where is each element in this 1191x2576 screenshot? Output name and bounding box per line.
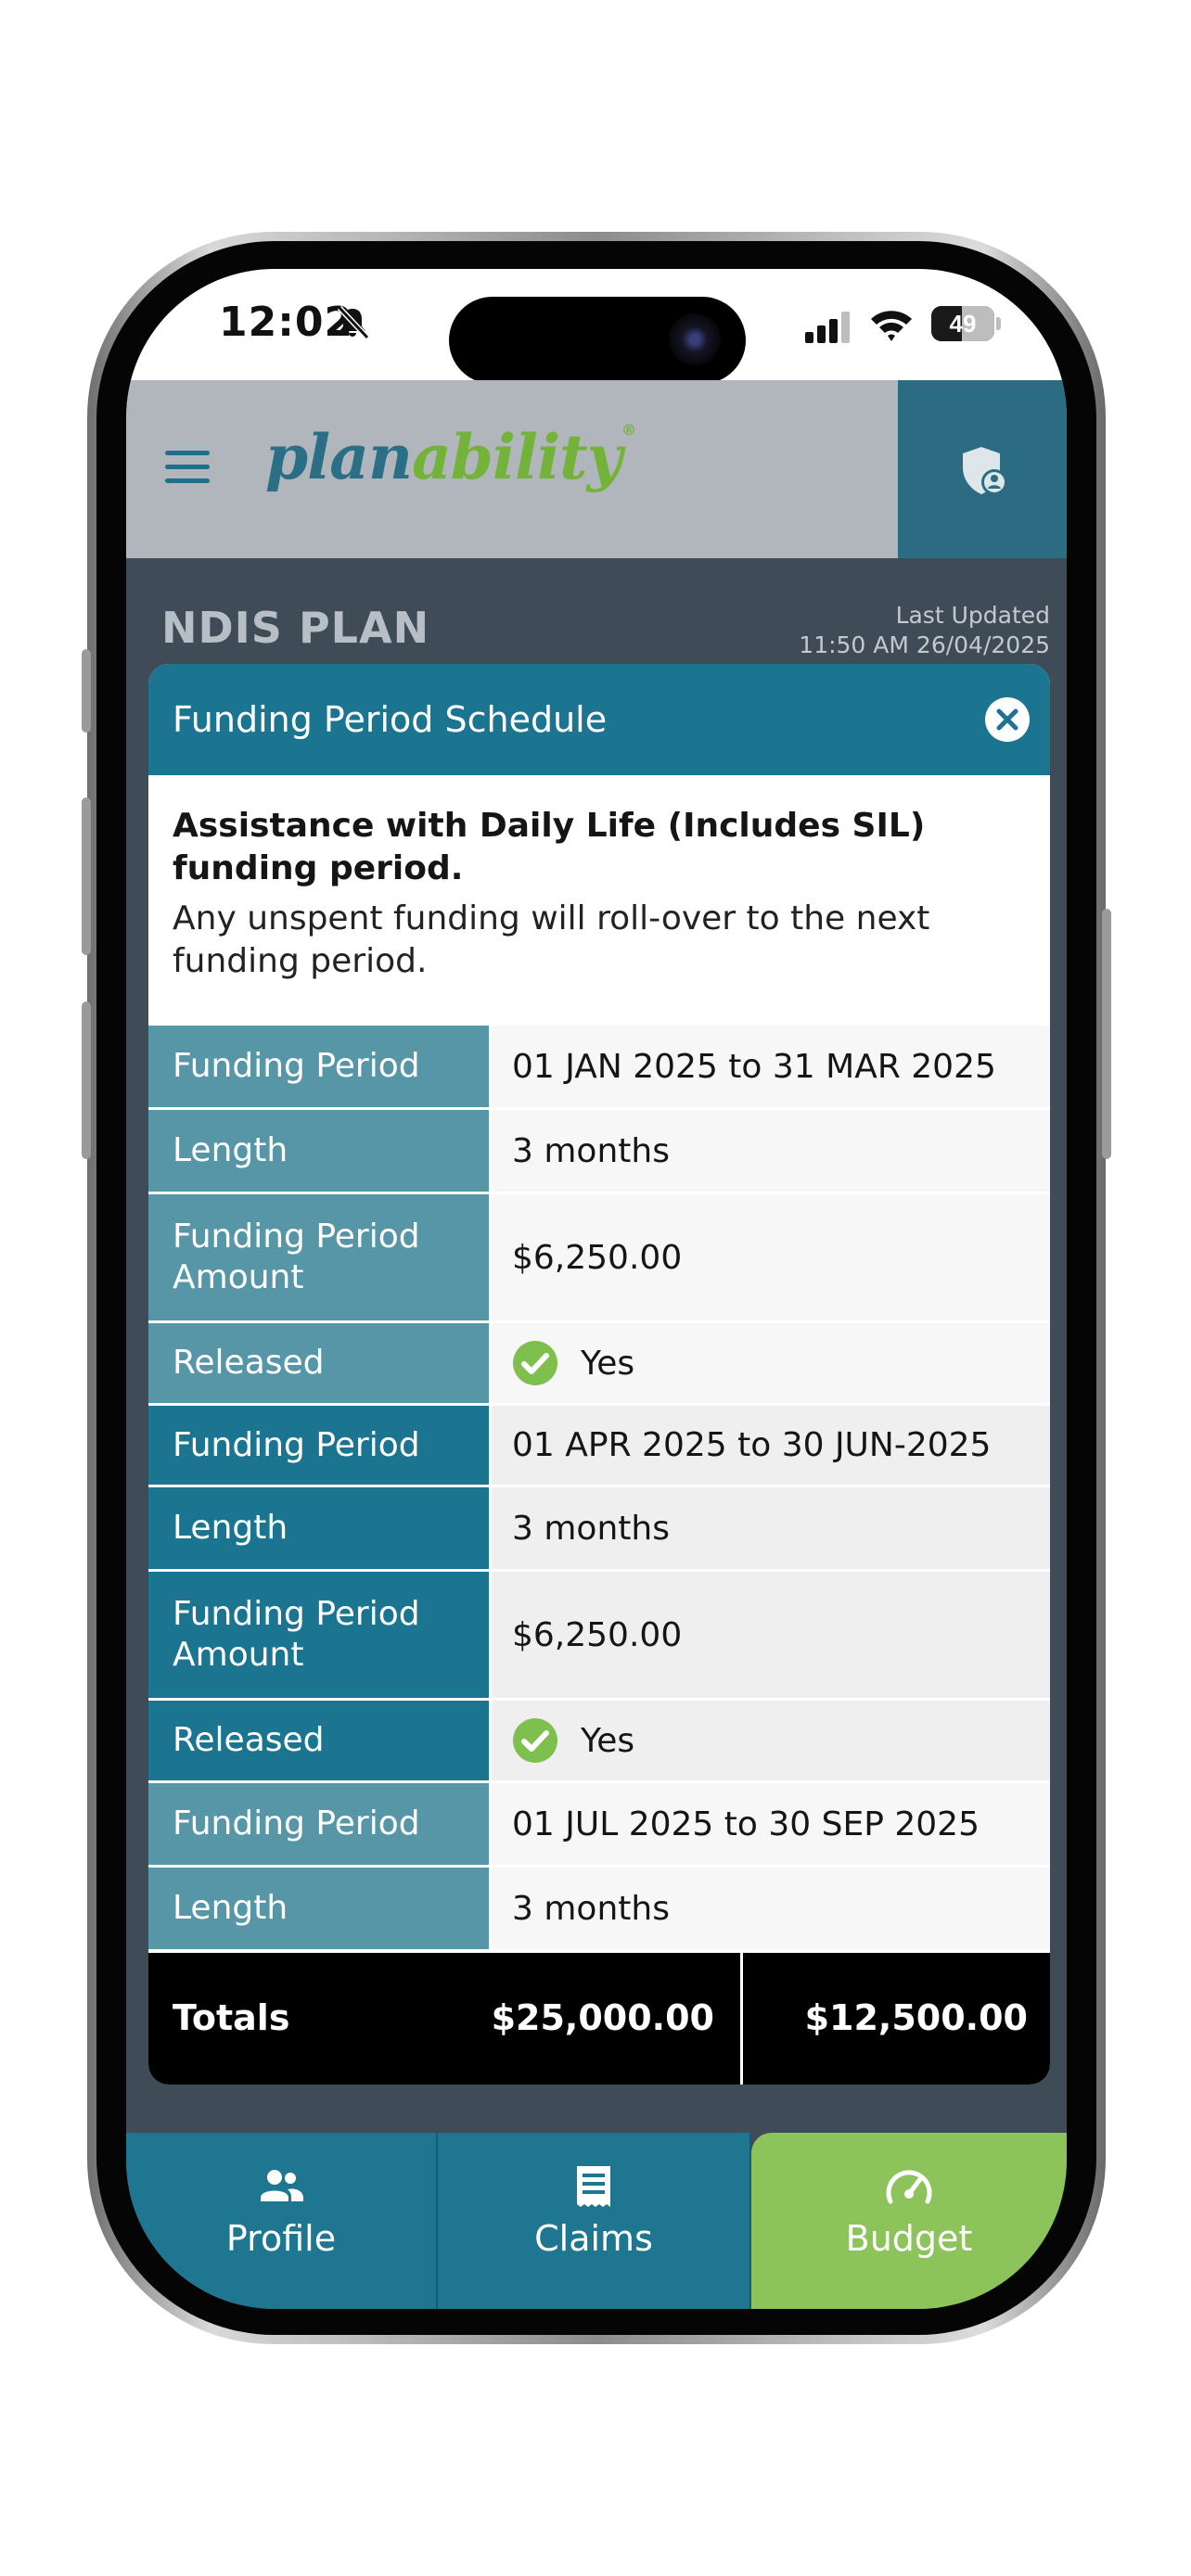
- close-button[interactable]: [985, 697, 1030, 742]
- row-label: Funding Period: [148, 1406, 489, 1485]
- row-label: Released: [148, 1323, 489, 1403]
- row-label: Funding Period: [148, 1783, 489, 1865]
- table-row: Funding Period 01 APR 2025 to 30 JUN-202…: [148, 1406, 1050, 1485]
- receipt-icon: [577, 2166, 610, 2207]
- table-row: Length 3 months: [148, 1487, 1050, 1569]
- gauge-icon: [886, 2170, 932, 2204]
- row-label: Funding Period: [148, 1026, 489, 1107]
- nav-budget-label: Budget: [845, 2218, 973, 2259]
- table-row: Length 3 months: [148, 1868, 1050, 1949]
- row-value: Yes: [492, 1323, 1050, 1403]
- table-row: Released Yes: [148, 1701, 1050, 1780]
- row-value: $6,250.00: [492, 1572, 1050, 1698]
- screen: 12:02 49 planability® NDIS PLAN Last Upd…: [126, 269, 1067, 2309]
- row-label: Length: [148, 1868, 489, 1949]
- front-camera: [669, 313, 721, 365]
- bell-slash-icon: [337, 305, 370, 340]
- row-label: Length: [148, 1110, 489, 1192]
- hamburger-menu-icon[interactable]: [165, 451, 210, 488]
- row-value: 3 months: [492, 1487, 1050, 1569]
- intro-text: Any unspent funding will roll-over to th…: [173, 899, 930, 980]
- modal-title: Funding Period Schedule: [173, 699, 608, 740]
- row-value: 3 months: [492, 1868, 1050, 1949]
- volume-down-button: [82, 1001, 91, 1159]
- close-x-icon: [996, 708, 1018, 731]
- totals-released-amount: $12,500.00: [804, 1997, 1028, 2038]
- modal-header: Funding Period Schedule: [148, 664, 1050, 775]
- row-value: 01 APR 2025 to 30 JUN-2025: [492, 1406, 1050, 1485]
- table-row: Funding Period 01 JUL 2025 to 30 SEP 202…: [148, 1783, 1050, 1865]
- totals-amount: $25,000.00: [491, 1997, 714, 2038]
- battery-icon: 49: [931, 306, 1002, 343]
- account-button[interactable]: [898, 380, 1067, 558]
- check-circle-icon: [513, 1718, 557, 1763]
- volume-up-button: [82, 797, 91, 955]
- row-value: 01 JAN 2025 to 31 MAR 2025: [492, 1026, 1050, 1107]
- status-bar: 12:02 49: [126, 269, 1067, 384]
- row-label: Funding Period Amount: [148, 1194, 489, 1320]
- nav-profile[interactable]: Profile: [126, 2133, 438, 2309]
- row-value: 01 JUL 2025 to 30 SEP 2025: [492, 1783, 1050, 1865]
- page-title: NDIS PLAN: [161, 603, 430, 653]
- funding-period-table: Funding Period 01 JAN 2025 to 31 MAR 202…: [148, 1026, 1050, 1953]
- table-row: Funding Period Amount $6,250.00: [148, 1194, 1050, 1320]
- totals-label: Totals: [173, 1997, 290, 2038]
- totals-bar: Totals $25,000.00 $12,500.00: [148, 1953, 1050, 2085]
- released-value: Yes: [581, 1344, 635, 1383]
- row-value: 3 months: [492, 1110, 1050, 1192]
- table-row: Released Yes: [148, 1323, 1050, 1403]
- shield-user-icon: [963, 447, 1007, 495]
- action-button: [82, 649, 91, 733]
- nav-budget[interactable]: Budget: [751, 2133, 1067, 2309]
- bottom-nav: Profile Claims Budget: [126, 2133, 1067, 2309]
- intro-title: Assistance with Daily Life (Includes SIL…: [173, 807, 926, 887]
- table-row: Length 3 months: [148, 1110, 1050, 1192]
- row-value: Yes: [492, 1701, 1050, 1780]
- table-row: Funding Period 01 JAN 2025 to 31 MAR 202…: [148, 1026, 1050, 1107]
- table-row: Funding Period Amount $6,250.00: [148, 1572, 1050, 1698]
- check-circle-icon: [513, 1341, 557, 1385]
- battery-percent: 49: [949, 310, 977, 338]
- nav-claims-label: Claims: [534, 2218, 653, 2259]
- modal-intro: Assistance with Daily Life (Includes SIL…: [148, 775, 1050, 1026]
- wifi-icon: [871, 311, 912, 341]
- last-updated: Last Updated 11:50 AM 26/04/2025: [799, 602, 1050, 658]
- released-value: Yes: [581, 1721, 635, 1760]
- cellular-signal-icon: [805, 312, 850, 343]
- row-label: Released: [148, 1701, 489, 1780]
- people-icon: [261, 2170, 303, 2201]
- nav-claims[interactable]: Claims: [438, 2133, 751, 2309]
- power-button: [1102, 909, 1111, 1159]
- row-value: $6,250.00: [492, 1194, 1050, 1320]
- app-header: planability®: [126, 380, 1067, 558]
- funding-period-modal: Funding Period Schedule Assistance with …: [148, 664, 1050, 2085]
- planability-logo: planability®: [265, 421, 636, 493]
- nav-profile-label: Profile: [225, 2218, 337, 2259]
- row-label: Length: [148, 1487, 489, 1569]
- row-label: Funding Period Amount: [148, 1572, 489, 1698]
